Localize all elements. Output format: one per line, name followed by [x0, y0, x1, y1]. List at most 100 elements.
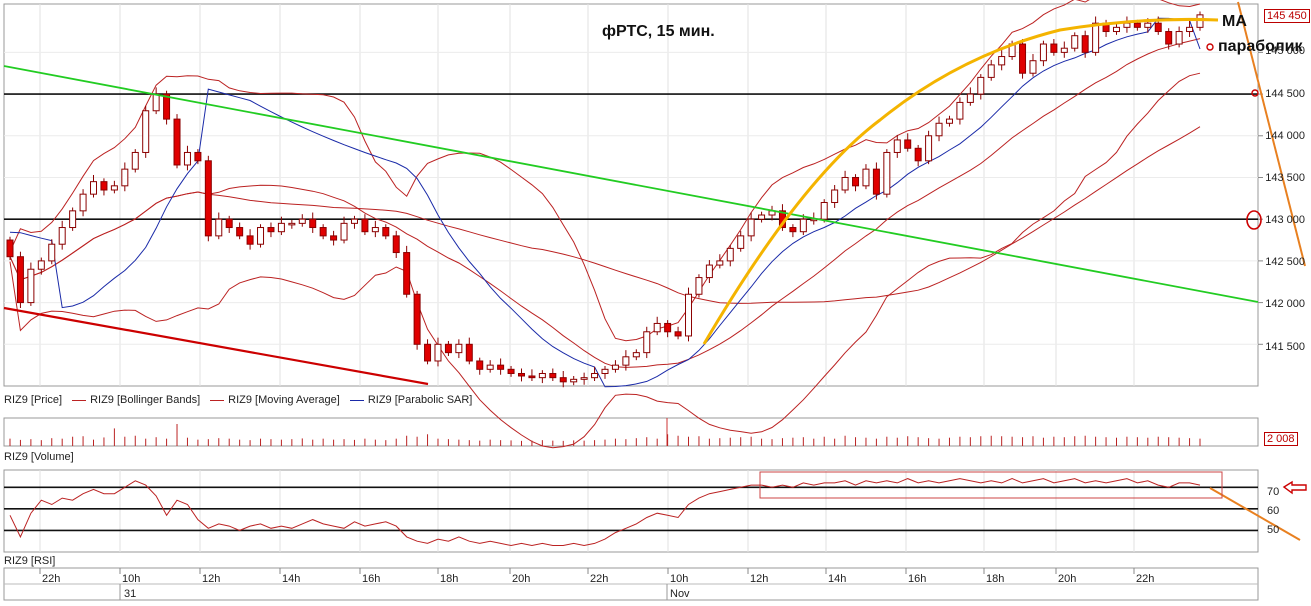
- candle-up: [643, 331, 651, 354]
- price-tick-label: 144 500: [1265, 88, 1305, 100]
- candle-up: [455, 343, 463, 354]
- candle-down: [904, 139, 912, 149]
- candle-down: [465, 343, 473, 362]
- candle-up: [48, 243, 56, 262]
- price-tick-label: 145 000: [1265, 45, 1305, 57]
- candle-down: [476, 360, 484, 370]
- legend-moving-average-swatch: [210, 399, 225, 401]
- candle-down: [872, 168, 880, 195]
- rsi-tick-label: 50: [1267, 524, 1280, 536]
- candle-up: [737, 235, 745, 249]
- candle-down: [528, 375, 536, 379]
- candle-up: [90, 181, 98, 195]
- candle-down: [246, 235, 254, 245]
- price-tick-label: 143 000: [1265, 214, 1305, 226]
- candle-up: [831, 189, 839, 204]
- price-legend: RIZ9 [Price] RIZ9 [Bollinger Bands] RIZ9…: [4, 392, 472, 408]
- price-panel-frame: [3, 3, 1259, 387]
- candle-up: [371, 227, 379, 233]
- candle-up: [1039, 43, 1047, 62]
- candle-up: [956, 101, 964, 120]
- candle-up: [893, 139, 901, 153]
- candle-up: [1196, 14, 1204, 28]
- candle-down: [319, 227, 327, 237]
- candle-up: [799, 218, 807, 233]
- candle-down: [444, 343, 452, 354]
- time-label: 10h: [670, 573, 689, 585]
- volume-panel-frame: [3, 417, 1259, 447]
- candle-down: [507, 368, 515, 374]
- candle-up: [69, 210, 77, 229]
- candle-down: [309, 218, 317, 229]
- time-label: 18h: [986, 573, 1005, 585]
- candle-down: [413, 293, 421, 345]
- candle-up: [695, 277, 703, 295]
- candle-down: [330, 235, 338, 241]
- candle-up: [538, 372, 546, 379]
- time-label: 14h: [828, 573, 847, 585]
- candle-up: [987, 64, 995, 78]
- candle-up: [288, 222, 296, 226]
- candle-up: [883, 151, 891, 195]
- time-label: 12h: [750, 573, 769, 585]
- date-label: 31: [124, 588, 137, 600]
- candle-down: [267, 227, 275, 233]
- time-label: 20h: [512, 573, 531, 585]
- candle-up: [611, 364, 619, 370]
- candle-up: [1060, 47, 1068, 53]
- candle-up: [142, 110, 150, 153]
- volume-panel-label: RIZ9 [Volume]: [4, 451, 74, 463]
- candle-up: [340, 222, 348, 241]
- candle-up: [570, 378, 578, 383]
- candle-up: [1112, 26, 1120, 33]
- time-label: 20h: [1058, 573, 1077, 585]
- price-tick-label: 142 500: [1265, 256, 1305, 268]
- candle-down: [16, 256, 24, 304]
- time-label: 14h: [282, 573, 301, 585]
- candle-down: [403, 252, 411, 295]
- candle-up: [925, 135, 933, 162]
- legend-parabolic-sar: RIZ9 [Parabolic SAR]: [349, 394, 472, 406]
- candle-up: [966, 93, 974, 103]
- candle-up: [215, 218, 223, 237]
- candle-down: [559, 377, 567, 383]
- price-tick-label: 144 000: [1265, 130, 1305, 142]
- candle-up: [350, 218, 358, 224]
- candle-up: [726, 247, 734, 262]
- date-label: Nov: [670, 588, 690, 600]
- candle-down: [173, 118, 181, 166]
- candle-up: [58, 227, 66, 245]
- candle-up: [1071, 35, 1079, 49]
- candle-down: [1081, 35, 1089, 53]
- candle-down: [1050, 43, 1058, 53]
- candle-down: [789, 227, 797, 233]
- candle-up: [580, 377, 588, 380]
- candle-down: [6, 239, 14, 258]
- last-volume-badge: 2 008: [1264, 432, 1298, 446]
- candle-down: [236, 227, 244, 237]
- candle-up: [121, 168, 129, 187]
- candle-up: [998, 56, 1006, 66]
- candle-down: [361, 218, 369, 233]
- candle-down: [1019, 43, 1027, 74]
- candle-up: [705, 264, 713, 279]
- time-label: 22h: [42, 573, 61, 585]
- price-tick-label: 143 500: [1265, 172, 1305, 184]
- candle-up: [945, 118, 953, 124]
- candle-down: [674, 331, 682, 337]
- time-label: 16h: [362, 573, 381, 585]
- time-label: 22h: [590, 573, 609, 585]
- candle-up: [632, 352, 640, 358]
- candle-up: [152, 93, 160, 112]
- candle-up: [434, 343, 442, 362]
- rsi-arrow-icon: [1282, 480, 1307, 495]
- time-label: 22h: [1136, 573, 1155, 585]
- candle-up: [758, 214, 766, 220]
- candle-down: [852, 176, 860, 187]
- candle-up: [862, 168, 870, 187]
- candle-down: [497, 364, 505, 370]
- candle-up: [653, 322, 661, 333]
- candle-up: [841, 176, 849, 191]
- candle-up: [601, 368, 609, 374]
- candle-up: [27, 268, 35, 304]
